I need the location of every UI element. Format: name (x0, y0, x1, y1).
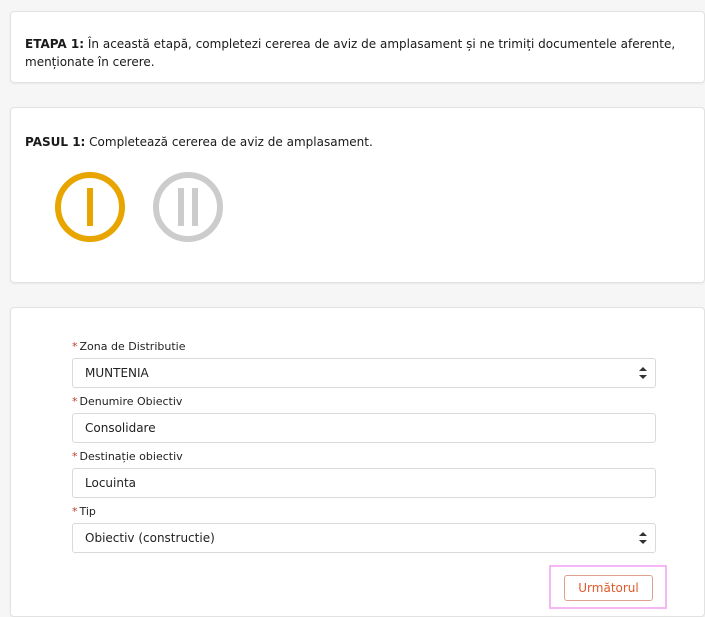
zona-select-value: MUNTENIA (85, 366, 149, 380)
required-mark: * (72, 395, 78, 408)
zona-label: * Zona de Distributie (72, 340, 185, 353)
destinatie-label-text: Destinație obiectiv (79, 450, 183, 463)
tip-select[interactable]: Obiectiv (constructie) (72, 523, 656, 553)
step-text: Completează cererea de aviz de amplasame… (89, 135, 373, 149)
destinatie-label: * Destinație obiectiv (72, 450, 183, 463)
denumire-input[interactable]: Consolidare (72, 413, 656, 443)
stage-info-card: ETAPA 1: În această etapă, completezi ce… (10, 11, 705, 83)
stage-text: În această etapă, completezi cererea de … (25, 37, 676, 69)
required-mark: * (72, 450, 78, 463)
required-mark: * (72, 505, 78, 518)
request-form-card: * Zona de Distributie MUNTENIA * Denumire … (10, 307, 705, 617)
step-indicators (54, 171, 224, 243)
denumire-input-value: Consolidare (85, 421, 156, 435)
select-arrows-icon (639, 532, 647, 544)
step-card: PASUL 1: Completează cererea de aviz de … (10, 107, 705, 283)
zona-select[interactable]: MUNTENIA (72, 358, 656, 388)
step-1-indicator[interactable] (54, 171, 126, 243)
stage-prefix: ETAPA 1: (25, 37, 85, 51)
required-mark: * (72, 340, 78, 353)
tip-label-text: Tip (79, 505, 96, 518)
tip-select-value: Obiectiv (constructie) (85, 531, 215, 545)
zona-label-text: Zona de Distributie (79, 340, 186, 353)
next-button[interactable]: Următorul (564, 575, 653, 601)
destinatie-input[interactable]: Locuinta (72, 468, 656, 498)
step-2-indicator[interactable] (152, 171, 224, 243)
tip-label: * Tip (72, 505, 96, 518)
step-prefix: PASUL 1: (25, 135, 86, 149)
next-button-focus-ring: Următorul (549, 565, 667, 609)
denumire-label-text: Denumire Obiectiv (79, 395, 183, 408)
select-arrows-icon (639, 367, 647, 379)
denumire-label: * Denumire Obiectiv (72, 395, 182, 408)
stage-description: ETAPA 1: În această etapă, completezi ce… (25, 35, 690, 71)
destinatie-input-value: Locuinta (85, 476, 137, 490)
step-description: PASUL 1: Completează cererea de aviz de … (25, 133, 690, 151)
